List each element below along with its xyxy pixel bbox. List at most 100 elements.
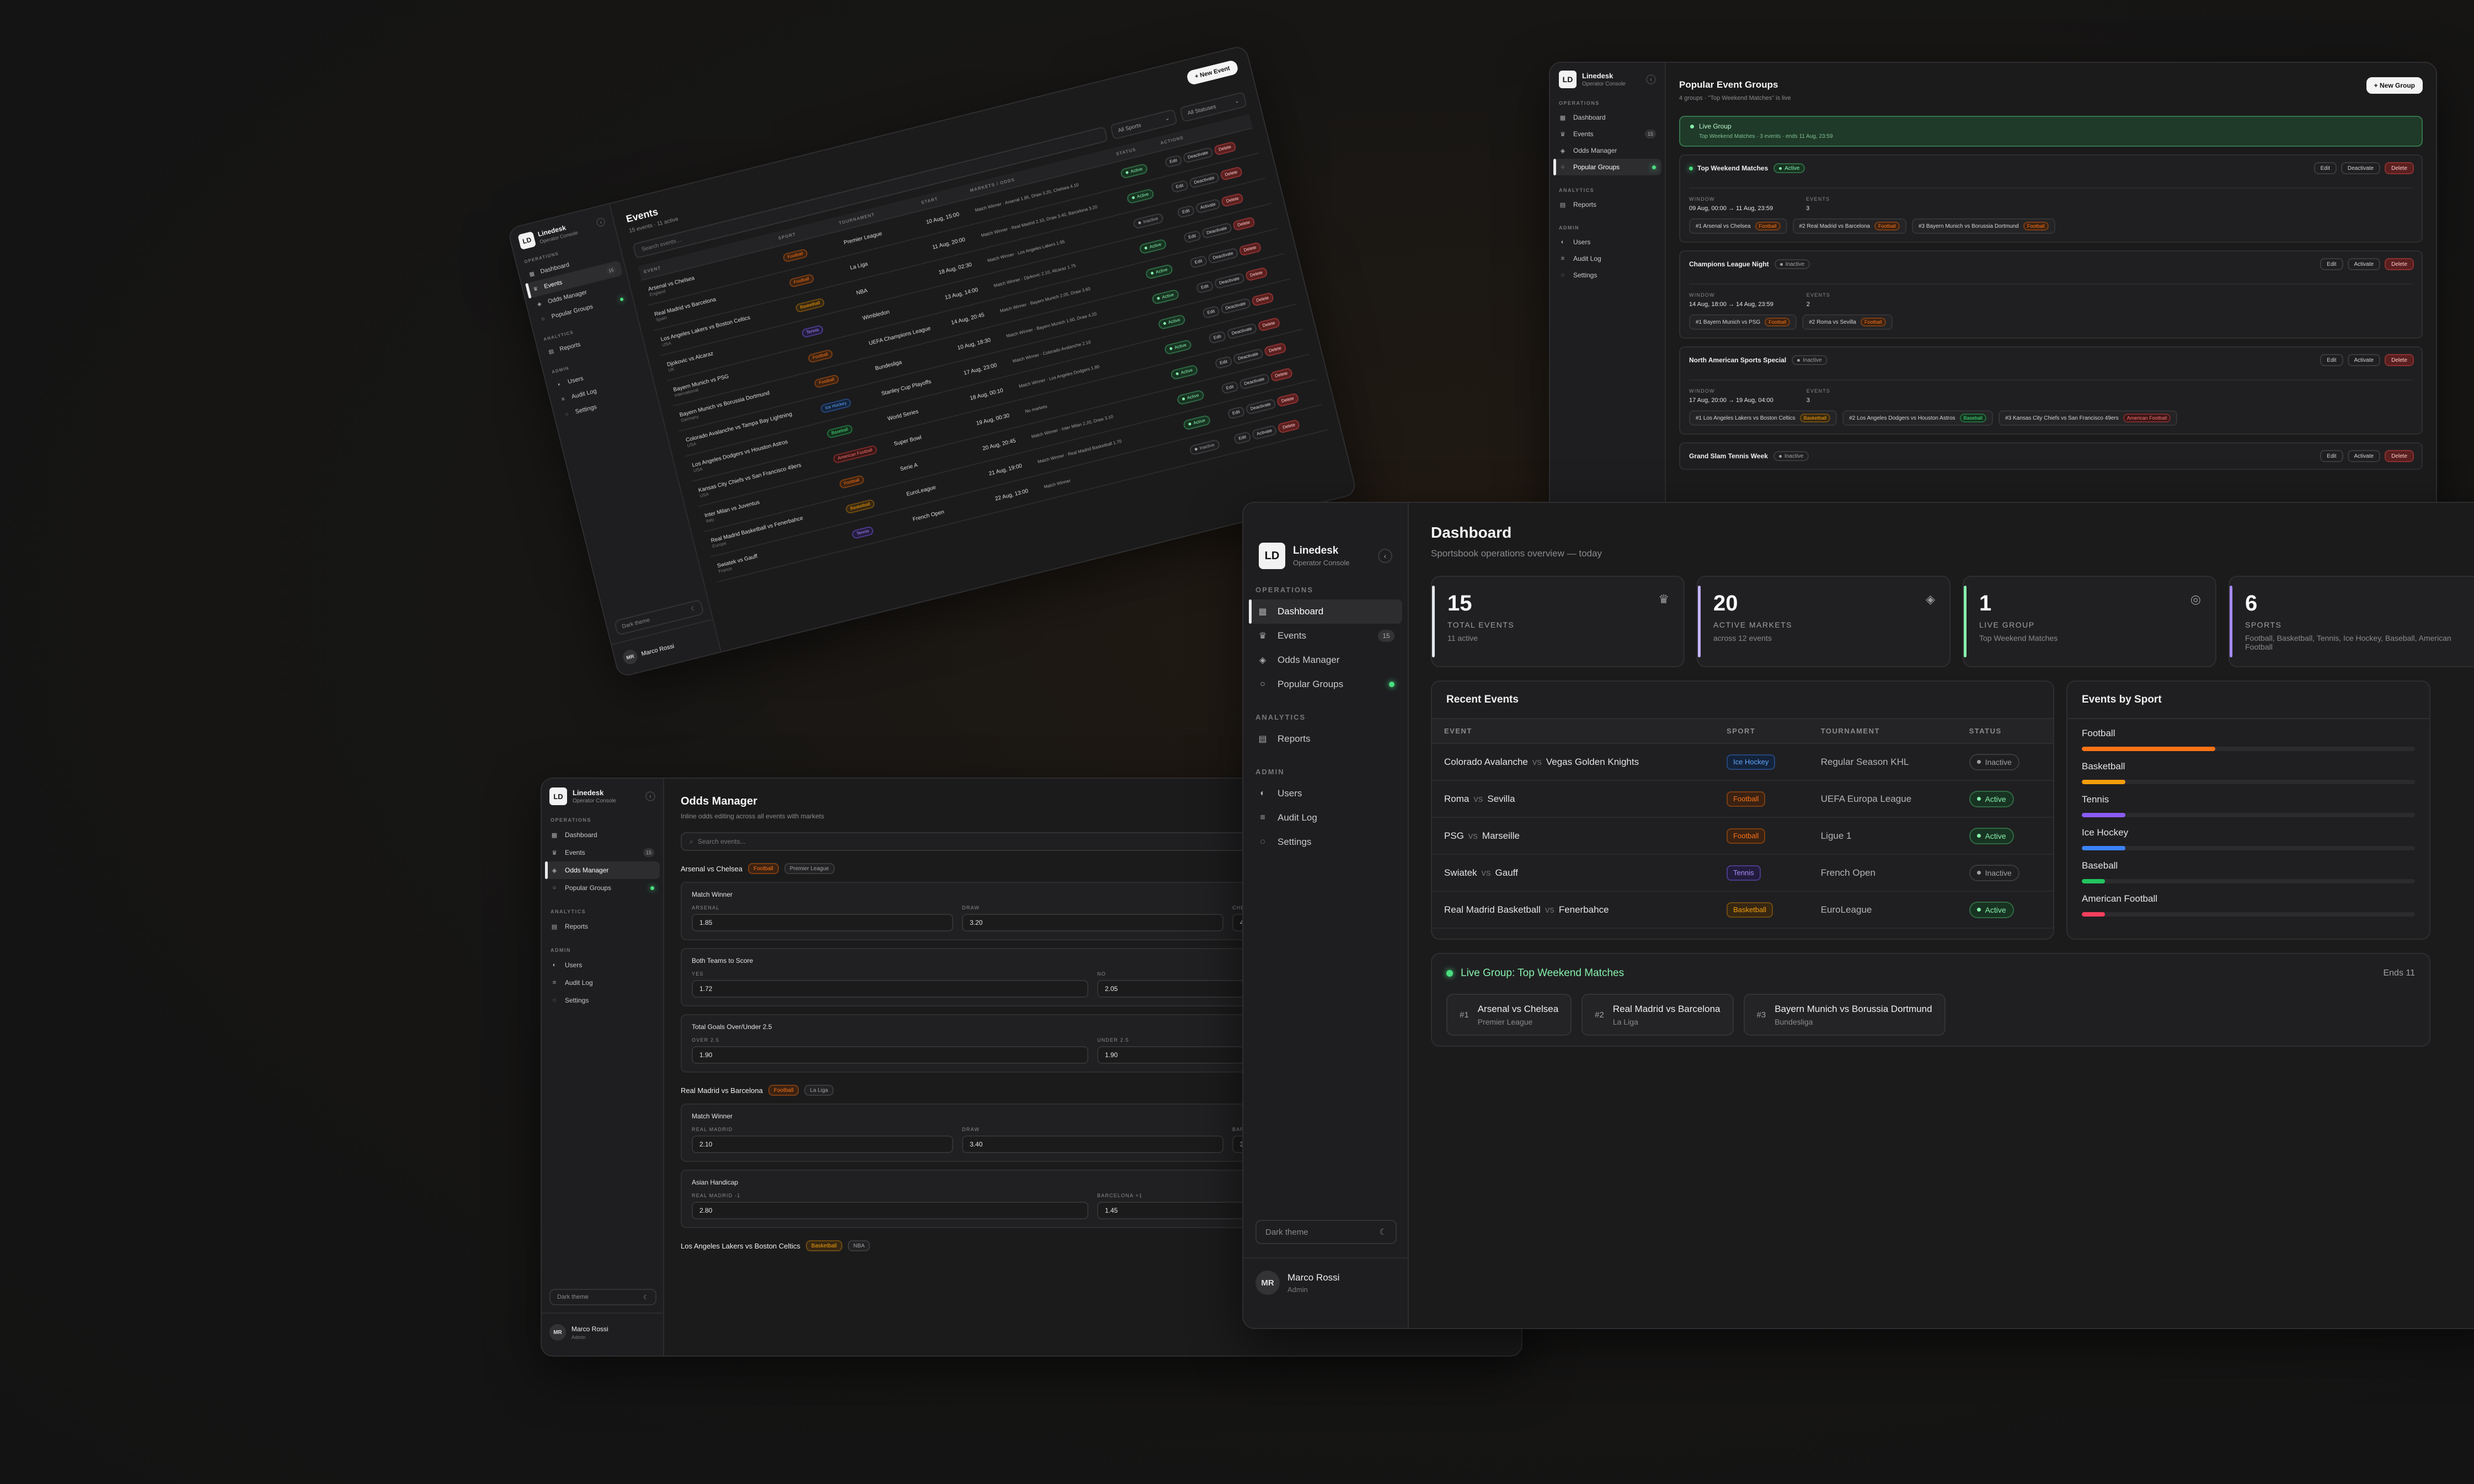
live-group-match[interactable]: #3 Bayern Munich vs Borussia Dortmund Bund… xyxy=(1743,994,1946,1036)
collapse-icon[interactable]: ‹ xyxy=(1378,549,1392,563)
sidebar-item-audit-log[interactable]: ≡ Audit Log xyxy=(1553,250,1661,267)
deactivate-button[interactable]: Deactivate xyxy=(1188,172,1220,189)
delete-button[interactable]: Delete xyxy=(1276,392,1300,408)
moon-icon: ☾ xyxy=(1379,1228,1387,1237)
deactivate-button[interactable]: Deactivate xyxy=(2341,162,2381,174)
sidebar-item-reports[interactable]: ▤ Reports xyxy=(1249,727,1402,751)
edit-button[interactable]: Edit xyxy=(2320,354,2343,366)
sidebar-item-dashboard[interactable]: ▦ Dashboard xyxy=(1553,109,1661,126)
activate-button[interactable]: Activate xyxy=(1251,424,1278,440)
odds-input[interactable]: 1.90 xyxy=(692,1046,1088,1064)
delete-button[interactable]: Delete xyxy=(1244,266,1268,282)
edit-button[interactable]: Edit xyxy=(2313,162,2337,174)
sidebar-item-users[interactable]: ◐ Users xyxy=(545,956,660,974)
activate-button[interactable]: Activate xyxy=(1195,198,1221,214)
sidebar-item-popular-groups[interactable]: ○ Popular Groups xyxy=(1553,159,1661,175)
delete-button[interactable]: Delete xyxy=(1232,216,1255,231)
edit-button[interactable]: Edit xyxy=(1208,330,1227,344)
delete-button[interactable]: Delete xyxy=(2385,162,2414,174)
deactivate-button[interactable]: Deactivate xyxy=(1238,373,1270,390)
group-window: WINDOW 14 Aug, 18:00 → 14 Aug, 23:59 xyxy=(1689,292,1773,308)
sidebar-item-settings[interactable]: ◌ Settings xyxy=(1553,267,1661,283)
sidebar-item-users[interactable]: ◐ Users xyxy=(1249,781,1402,806)
activate-button[interactable]: Activate xyxy=(2347,450,2381,462)
delete-button[interactable]: Delete xyxy=(1213,141,1237,156)
edit-button[interactable]: Edit xyxy=(1233,431,1252,444)
edit-button[interactable]: Edit xyxy=(2320,258,2343,270)
sidebar-item-popular-groups[interactable]: ○ Popular Groups xyxy=(545,879,660,897)
stat-card-sports: 6 SPORTS Football, Basketball, Tennis, I… xyxy=(2229,576,2474,667)
delete-button[interactable]: Delete xyxy=(1221,192,1244,207)
table-row[interactable]: PSG vs Marseille Football Ligue 1 Active xyxy=(1432,817,2053,855)
sidebar-item-events[interactable]: ♛ Events 15 xyxy=(1249,624,1402,648)
sidebar-item-odds-manager[interactable]: ◈ Odds Manager xyxy=(545,861,660,879)
odds-input[interactable]: 2.80 xyxy=(692,1202,1088,1219)
edit-button[interactable]: Edit xyxy=(1170,179,1189,193)
edit-button[interactable]: Edit xyxy=(1220,381,1239,394)
sidebar-item-audit-log[interactable]: ≡ Audit Log xyxy=(1249,806,1402,830)
edit-button[interactable]: Edit xyxy=(1183,229,1201,244)
edit-button[interactable]: Edit xyxy=(1164,154,1183,168)
edit-button[interactable]: Edit xyxy=(1201,305,1221,319)
sidebar-item-users[interactable]: ◐ Users xyxy=(1553,234,1661,250)
events-label: EVENTS xyxy=(1806,388,1831,394)
sidebar-item-odds-manager[interactable]: ◈ Odds Manager xyxy=(1553,142,1661,159)
user-box[interactable]: MR Marco Rossi Admin xyxy=(1243,1257,1408,1307)
theme-toggle[interactable]: Dark theme ☾ xyxy=(1255,1220,1397,1244)
odds-input[interactable]: 3.40 xyxy=(962,1135,1223,1153)
edit-button[interactable]: Edit xyxy=(1195,280,1214,294)
delete-button[interactable]: Delete xyxy=(1263,342,1287,357)
deactivate-button[interactable]: Deactivate xyxy=(1245,398,1276,415)
odds-input[interactable]: 1.72 xyxy=(692,980,1088,998)
sidebar-item-settings[interactable]: ◌ Settings xyxy=(545,992,660,1009)
delete-button[interactable]: Delete xyxy=(1219,165,1243,181)
sidebar-item-events[interactable]: ♛ Events 15 xyxy=(545,844,660,861)
collapse-icon[interactable]: ‹ xyxy=(645,791,655,801)
deactivate-button[interactable]: Deactivate xyxy=(1201,222,1232,239)
odds-input[interactable]: 3.20 xyxy=(962,914,1223,931)
live-group-match[interactable]: #2 Real Madrid vs Barcelona La Liga xyxy=(1581,994,1734,1036)
sidebar-item-reports[interactable]: ▤ Reports xyxy=(1553,196,1661,213)
user-box[interactable]: MR Marco Rossi Admin xyxy=(542,1312,663,1351)
sidebar-item-dashboard[interactable]: ▦ Dashboard xyxy=(1249,599,1402,624)
sidebar-item-odds-manager[interactable]: ◈ Odds Manager xyxy=(1249,648,1402,672)
deactivate-button[interactable]: Deactivate xyxy=(1182,146,1214,164)
delete-button[interactable]: Delete xyxy=(2385,258,2414,270)
delete-button[interactable]: Delete xyxy=(1257,317,1281,332)
edit-button[interactable]: Edit xyxy=(1214,355,1233,369)
sidebar-item-audit-log[interactable]: ≡ Audit Log xyxy=(545,974,660,992)
odds-input[interactable]: 2.10 xyxy=(692,1135,953,1153)
table-row[interactable]: Swiatek vs Gauff Tennis French Open Inactive xyxy=(1432,854,2053,892)
new-group-button[interactable]: + New Group xyxy=(2366,77,2423,94)
deactivate-button[interactable]: Deactivate xyxy=(1214,272,1245,290)
sidebar-item-popular-groups[interactable]: ○ Popular Groups xyxy=(1249,672,1402,697)
deactivate-button[interactable]: Deactivate xyxy=(1226,322,1258,340)
live-group-match[interactable]: #1 Arsenal vs Chelsea Premier League xyxy=(1446,994,1572,1036)
collapse-icon[interactable]: ‹ xyxy=(595,217,606,228)
table-row[interactable]: Roma vs Sevilla Football UEFA Europa League A… xyxy=(1432,780,2053,818)
odds-input[interactable]: 1.85 xyxy=(692,914,953,931)
delete-button[interactable]: Delete xyxy=(1251,291,1274,307)
edit-button[interactable]: Edit xyxy=(1189,255,1208,269)
delete-button[interactable]: Delete xyxy=(1269,367,1294,382)
delete-button[interactable]: Delete xyxy=(1277,419,1301,434)
activate-button[interactable]: Activate xyxy=(2347,354,2381,366)
delete-button[interactable]: Delete xyxy=(1238,241,1262,256)
table-row[interactable]: Real Madrid Basketball vs Fenerbahce Basket… xyxy=(1432,891,2053,929)
edit-button[interactable]: Edit xyxy=(1227,405,1246,420)
edit-button[interactable]: Edit xyxy=(2320,450,2343,462)
deactivate-button[interactable]: Deactivate xyxy=(1232,347,1264,365)
sidebar-item-settings[interactable]: ◌ Settings xyxy=(1249,830,1402,854)
collapse-icon[interactable]: ‹ xyxy=(1646,74,1656,84)
deactivate-button[interactable]: Deactivate xyxy=(1207,247,1239,264)
sidebar-item-events[interactable]: ♛ Events 15 xyxy=(1553,126,1661,142)
sidebar-item-dashboard[interactable]: ▦ Dashboard xyxy=(545,826,660,844)
edit-button[interactable]: Edit xyxy=(1177,204,1195,218)
delete-button[interactable]: Delete xyxy=(2385,354,2414,366)
deactivate-button[interactable]: Deactivate xyxy=(1220,297,1252,314)
delete-button[interactable]: Delete xyxy=(2385,450,2414,462)
table-row[interactable]: Colorado Avalanche vs Vegas Golden Knights… xyxy=(1432,743,2053,781)
activate-button[interactable]: Activate xyxy=(2347,258,2381,270)
sidebar-item-reports[interactable]: ▤ Reports xyxy=(545,918,660,935)
theme-toggle[interactable]: Dark theme ☾ xyxy=(549,1289,656,1305)
